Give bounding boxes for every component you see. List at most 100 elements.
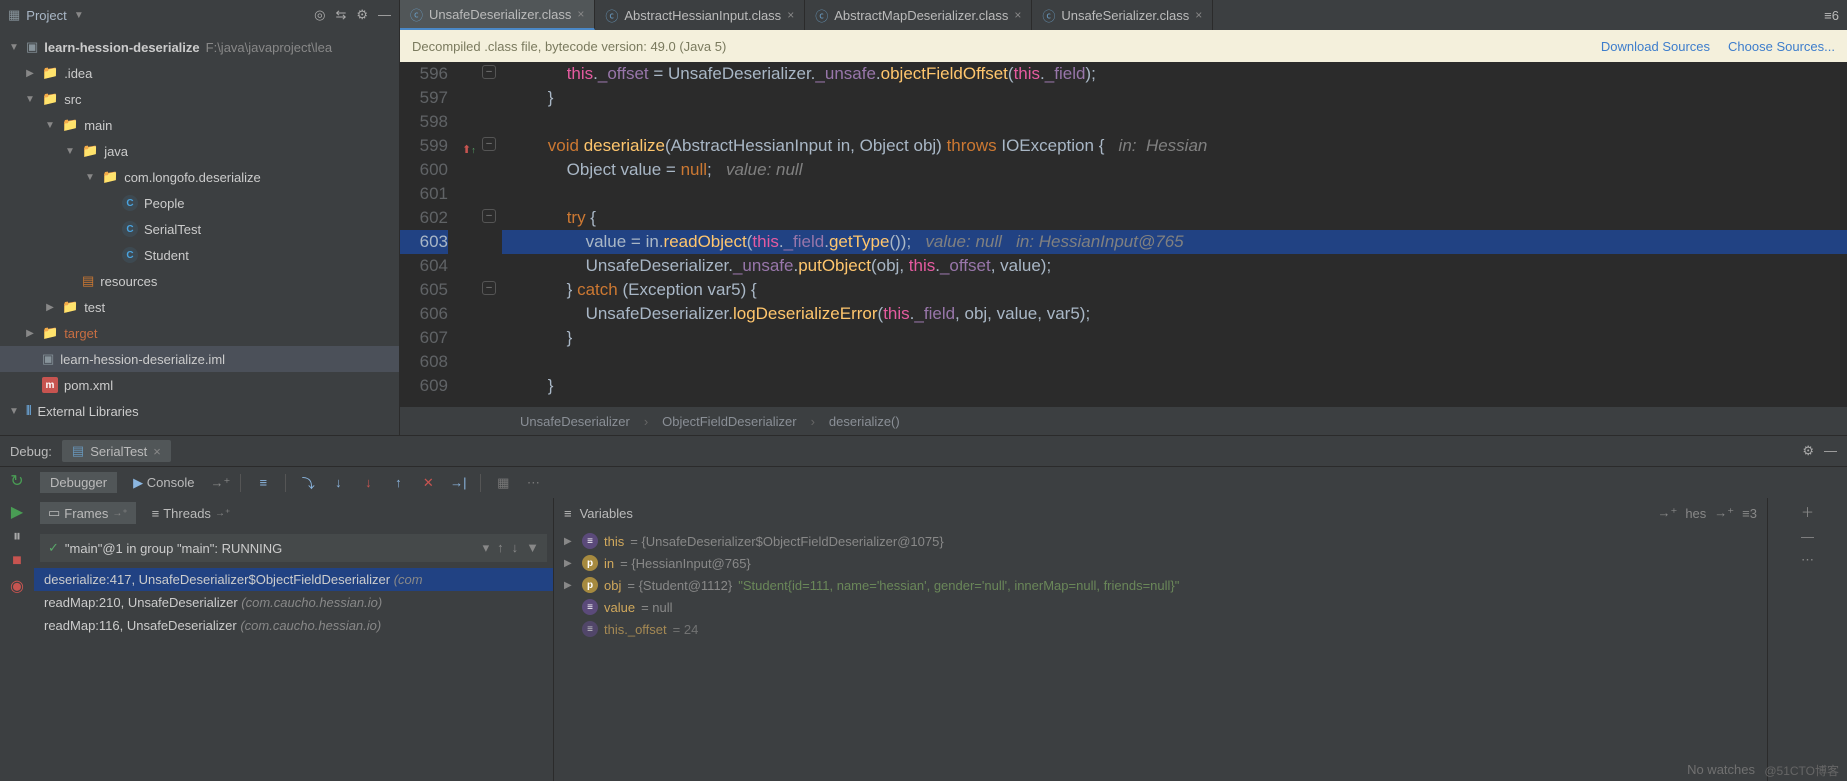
chevron-right-icon[interactable]: ▶ (564, 558, 576, 569)
next-icon[interactable]: ↓ (512, 540, 519, 556)
tree-class-people[interactable]: C People (0, 190, 399, 216)
fold-icon[interactable]: – (482, 65, 496, 79)
pin-icon[interactable]: →⁺ (112, 508, 127, 519)
tab-abstract-hessian-input[interactable]: ⓒ AbstractHessianInput.class × (595, 0, 805, 30)
tree-folder-src[interactable]: 📁 src (0, 86, 399, 112)
close-icon[interactable]: × (577, 7, 584, 21)
threads-tab[interactable]: ≡ Threads →⁺ (144, 503, 239, 524)
chevron-down-icon[interactable] (84, 172, 96, 183)
download-sources-link[interactable]: Download Sources (1601, 39, 1710, 54)
minimize-icon[interactable]: — (378, 7, 391, 23)
choose-sources-link[interactable]: Choose Sources... (1728, 39, 1835, 54)
run-to-cursor-icon[interactable]: →| (446, 471, 470, 495)
tree-folder-java[interactable]: 📁 java (0, 138, 399, 164)
tree-folder-test[interactable]: 📁 test (0, 294, 399, 320)
close-icon[interactable]: × (153, 444, 161, 459)
more-icon[interactable]: ⋯ (1801, 552, 1814, 568)
frame-row[interactable]: readMap:210, UnsafeDeserializer (com.cau… (34, 591, 553, 614)
chevron-down-icon[interactable] (64, 146, 76, 157)
tab-abstract-map-deserializer[interactable]: ⓒ AbstractMapDeserializer.class × (805, 0, 1032, 30)
chevron-down-icon[interactable] (8, 406, 20, 417)
drop-frame-icon[interactable]: ✕ (416, 471, 440, 495)
dropdown-icon[interactable]: ▾ (483, 540, 490, 556)
pin-icon[interactable]: →⁺ (1657, 505, 1677, 521)
prev-icon[interactable]: ↑ (497, 540, 504, 556)
tab-unsafe-deserializer[interactable]: ⓒ UnsafeDeserializer.class × (400, 0, 595, 30)
step-into-icon[interactable]: ↓ (326, 471, 350, 495)
var-row-value[interactable]: ≡ value = null (554, 596, 1767, 618)
step-over-icon[interactable]: ⤵ (296, 471, 320, 495)
debugger-tab[interactable]: Debugger (40, 472, 117, 493)
var-row-obj[interactable]: ▶ p obj = {Student@1112} "Student{id=111… (554, 574, 1767, 596)
resume-icon[interactable]: ▶ (11, 502, 23, 522)
tree-external-libs[interactable]: ⫴ External Libraries (0, 398, 399, 424)
tree-file-iml[interactable]: ▣ learn-hession-deserialize.iml (0, 346, 399, 372)
tree-folder-resources[interactable]: ▤ resources (0, 268, 399, 294)
frames-tab[interactable]: ▭ Frames →⁺ (40, 502, 136, 524)
var-row-in[interactable]: ▶ p in = {HessianInput@765} (554, 552, 1767, 574)
gear-icon[interactable]: ⚙ (1802, 443, 1814, 459)
close-icon[interactable]: × (787, 8, 794, 22)
tree-root[interactable]: ▣ learn-hession-deserialize F:\java\java… (0, 34, 399, 60)
filter-icon[interactable]: ▼ (526, 540, 539, 556)
show-execution-icon[interactable]: ≡ (251, 471, 275, 495)
evaluate-icon[interactable]: ▦ (491, 471, 515, 495)
code-editor[interactable]: 5965975985996006016026036046056066076086… (400, 62, 1847, 407)
collapse-icon[interactable]: ⇆ (335, 7, 346, 23)
rerun-icon[interactable]: ↻ (10, 471, 23, 491)
chevron-right-icon[interactable] (44, 302, 56, 313)
crumb-method[interactable]: deserialize() (829, 414, 900, 429)
tab-unsafe-serializer[interactable]: ⓒ UnsafeSerializer.class × (1032, 0, 1213, 30)
crumb-inner[interactable]: ObjectFieldDeserializer (662, 414, 796, 429)
minimize-icon[interactable]: — (1824, 443, 1837, 459)
thread-selector[interactable]: ✓ "main"@1 in group "main": RUNNING ▾ ↑ … (40, 534, 547, 562)
code-lines[interactable]: this._offset = UnsafeDeserializer._unsaf… (502, 62, 1847, 407)
tree-folder-target[interactable]: 📁 target (0, 320, 399, 346)
pin-icon[interactable]: →⁺ (210, 475, 230, 491)
chevron-right-icon[interactable] (24, 328, 36, 339)
fold-icon[interactable]: – (482, 281, 496, 295)
add-watch-icon[interactable]: ＋ (1801, 502, 1814, 521)
frame-row[interactable]: deserialize:417, UnsafeDeserializer$Obje… (34, 568, 553, 591)
debug-run-tab[interactable]: ▤ SerialTest × (62, 440, 171, 462)
crumb-class[interactable]: UnsafeDeserializer (520, 414, 630, 429)
var-row-offset[interactable]: ≡ this._offset = 24 (554, 618, 1767, 640)
fold-icon[interactable]: – (482, 209, 496, 223)
chevron-down-icon[interactable]: ▼ (73, 10, 85, 21)
pin-icon[interactable]: →⁺ (215, 508, 230, 519)
project-title[interactable]: Project (26, 8, 66, 23)
chevron-right-icon[interactable] (24, 68, 36, 79)
console-tab[interactable]: ▶ Console (123, 472, 204, 494)
close-icon[interactable]: × (1195, 8, 1202, 22)
override-icon[interactable]: ⬆↑ (462, 138, 476, 162)
chevron-right-icon[interactable]: ▶ (564, 536, 576, 547)
force-step-into-icon[interactable]: ↓ (356, 471, 380, 495)
close-icon[interactable]: × (1014, 8, 1021, 22)
breakpoints-icon[interactable]: ◉ (10, 576, 24, 596)
hes-label[interactable]: hes (1685, 506, 1706, 521)
chevron-down-icon[interactable] (44, 120, 56, 131)
tree-file-pom[interactable]: m pom.xml (0, 372, 399, 398)
pause-icon[interactable]: ⏸ (13, 528, 21, 546)
trace-icon[interactable]: ⋯ (521, 471, 545, 495)
tab-overflow[interactable]: ≡6 (1816, 0, 1847, 30)
tree-folder-idea[interactable]: 📁 .idea (0, 60, 399, 86)
debug-header: Debug: ▤ SerialTest × ⚙ — (0, 436, 1847, 466)
fold-icon[interactable]: – (482, 137, 496, 151)
chevron-down-icon[interactable] (24, 94, 36, 105)
chevron-down-icon[interactable] (8, 42, 20, 53)
chevron-right-icon[interactable]: ▶ (564, 580, 576, 591)
var-row-this[interactable]: ▶ ≡ this = {UnsafeDeserializer$ObjectFie… (554, 530, 1767, 552)
target-icon[interactable]: ◎ (314, 7, 325, 23)
layout-label[interactable]: ≡3 (1742, 506, 1757, 521)
tree-folder-main[interactable]: 📁 main (0, 112, 399, 138)
step-out-icon[interactable]: ↑ (386, 471, 410, 495)
remove-watch-icon[interactable]: — (1801, 529, 1814, 544)
frame-row[interactable]: readMap:116, UnsafeDeserializer (com.cau… (34, 614, 553, 637)
gear-icon[interactable]: ⚙ (356, 7, 368, 23)
tree-package[interactable]: 📁 com.longofo.deserialize (0, 164, 399, 190)
pin-icon[interactable]: →⁺ (1714, 505, 1734, 521)
stop-icon[interactable]: ■ (12, 552, 22, 570)
tree-class-serialtest[interactable]: C SerialTest (0, 216, 399, 242)
tree-class-student[interactable]: C Student (0, 242, 399, 268)
